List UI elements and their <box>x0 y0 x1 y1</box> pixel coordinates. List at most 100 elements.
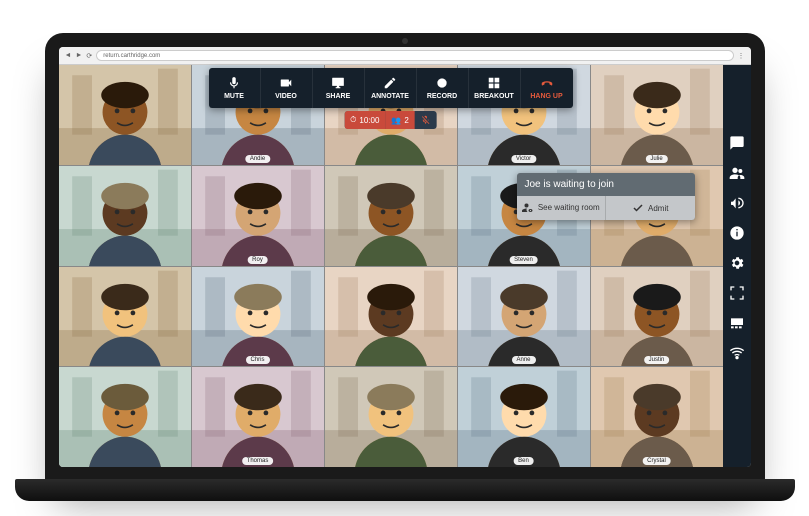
mic-off-icon <box>421 115 431 125</box>
participant-tile[interactable] <box>59 65 191 165</box>
status-bar: ⏱ 10:00 👥 2 <box>344 111 437 129</box>
layout-icon <box>729 315 745 331</box>
participant-video <box>458 267 590 367</box>
participant-video <box>192 267 324 367</box>
participant-tile[interactable] <box>325 267 457 367</box>
participant-name: Andie <box>245 155 270 163</box>
participant-tile[interactable]: Ben <box>458 367 590 467</box>
megaphone-icon <box>729 195 745 211</box>
see-waiting-room-button[interactable]: See waiting room <box>517 196 607 220</box>
participants-button[interactable] <box>729 165 745 181</box>
waiting-message: Joe is waiting to join <box>517 173 695 196</box>
participant-tile[interactable] <box>59 367 191 467</box>
waiting-room-popup: Joe is waiting to join See waiting room … <box>517 173 695 220</box>
participant-video <box>591 65 723 165</box>
participant-tile[interactable] <box>325 166 457 266</box>
participant-tile[interactable] <box>59 166 191 266</box>
participant-tile[interactable]: Justin <box>591 267 723 367</box>
participant-tile[interactable]: Chris <box>192 267 324 367</box>
participant-video <box>59 166 191 266</box>
settings-button[interactable] <box>729 255 745 271</box>
participant-video <box>192 166 324 266</box>
participant-name: Roy <box>247 256 268 264</box>
participant-name: Julie <box>645 155 667 163</box>
participant-name: Crystal <box>642 457 671 465</box>
participant-video <box>325 166 457 266</box>
breakout-button[interactable]: BREAKOUT <box>469 68 521 108</box>
participant-tile[interactable]: Thomas <box>192 367 324 467</box>
person-eye-icon <box>522 202 534 214</box>
participant-tile[interactable] <box>59 267 191 367</box>
fullscreen-icon <box>729 285 745 301</box>
see-waiting-room-label: See waiting room <box>538 204 600 213</box>
microphone-icon <box>227 76 241 90</box>
participant-count-segment: 👥 2 <box>385 111 414 129</box>
participant-video <box>59 367 191 467</box>
participant-video <box>458 367 590 467</box>
info-button[interactable] <box>729 225 745 241</box>
side-panel <box>723 65 751 467</box>
video-button[interactable]: VIDEO <box>261 68 313 108</box>
announce-button[interactable] <box>729 195 745 211</box>
hangup-label: HANG UP <box>530 93 562 100</box>
participant-tile[interactable]: Anne <box>458 267 590 367</box>
laptop-frame: ◄ ► ⟳ return.carthridge.com ⋮ MUTE VIDEO <box>45 33 765 483</box>
info-icon <box>729 225 745 241</box>
fullscreen-button[interactable] <box>729 285 745 301</box>
hangup-button[interactable]: HANG UP <box>521 68 573 108</box>
url-input[interactable]: return.carthridge.com <box>96 50 733 61</box>
participant-tile[interactable]: Crystal <box>591 367 723 467</box>
nav-reload-icon[interactable]: ⟳ <box>86 52 92 60</box>
connection-button[interactable] <box>729 345 745 361</box>
camera-dot <box>402 38 408 44</box>
nav-back-icon[interactable]: ◄ <box>65 52 72 59</box>
annotate-label: ANNOTATE <box>371 93 409 100</box>
record-label: RECORD <box>427 93 457 100</box>
participant-name: Justin <box>644 356 670 364</box>
participant-video <box>591 267 723 367</box>
participant-name: Ben <box>513 457 534 465</box>
breakout-label: BREAKOUT <box>474 93 514 100</box>
participant-video <box>59 65 191 165</box>
participant-tile[interactable] <box>325 367 457 467</box>
phone-hangup-icon <box>540 76 554 90</box>
participant-name: Thomas <box>242 457 274 465</box>
mute-button[interactable]: MUTE <box>209 68 261 108</box>
screen: ◄ ► ⟳ return.carthridge.com ⋮ MUTE VIDEO <box>59 47 751 467</box>
participant-name: Victor <box>511 155 536 163</box>
content: MUTE VIDEO SHARE ANNOTATE <box>59 65 751 467</box>
participant-tile[interactable]: Julie <box>591 65 723 165</box>
clock-icon: ⏱ <box>350 115 356 125</box>
annotate-button[interactable]: ANNOTATE <box>365 68 417 108</box>
nav-fwd-icon[interactable]: ► <box>75 52 82 59</box>
url-text: return.carthridge.com <box>103 53 160 59</box>
gear-icon <box>729 255 745 271</box>
admit-button[interactable]: Admit <box>606 196 695 220</box>
record-button[interactable]: RECORD <box>417 68 469 108</box>
timer-segment: ⏱ 10:00 <box>344 111 385 129</box>
grid-icon <box>487 76 501 90</box>
pencil-icon <box>383 76 397 90</box>
record-icon <box>435 76 449 90</box>
main-toolbar: MUTE VIDEO SHARE ANNOTATE <box>209 68 573 108</box>
mute-label: MUTE <box>224 93 244 100</box>
chat-button[interactable] <box>729 135 745 151</box>
participant-tile[interactable]: Roy <box>192 166 324 266</box>
participant-video <box>325 367 457 467</box>
admit-label: Admit <box>648 204 668 213</box>
participant-video <box>325 267 457 367</box>
participant-video <box>192 367 324 467</box>
participant-name: Chris <box>245 356 269 364</box>
share-button[interactable]: SHARE <box>313 68 365 108</box>
waiting-actions: See waiting room Admit <box>517 196 695 220</box>
layout-button[interactable] <box>729 315 745 331</box>
browser-menu-icon[interactable]: ⋮ <box>738 52 745 60</box>
mic-mute-indicator[interactable] <box>415 111 437 129</box>
camera-icon <box>279 76 293 90</box>
browser-bar: ◄ ► ⟳ return.carthridge.com ⋮ <box>59 47 751 65</box>
participant-name: Anne <box>511 356 535 364</box>
participant-count: 2 <box>404 116 408 125</box>
checkmark-icon <box>632 202 644 214</box>
video-grid: MUTE VIDEO SHARE ANNOTATE <box>59 65 723 467</box>
wifi-icon <box>729 345 745 361</box>
